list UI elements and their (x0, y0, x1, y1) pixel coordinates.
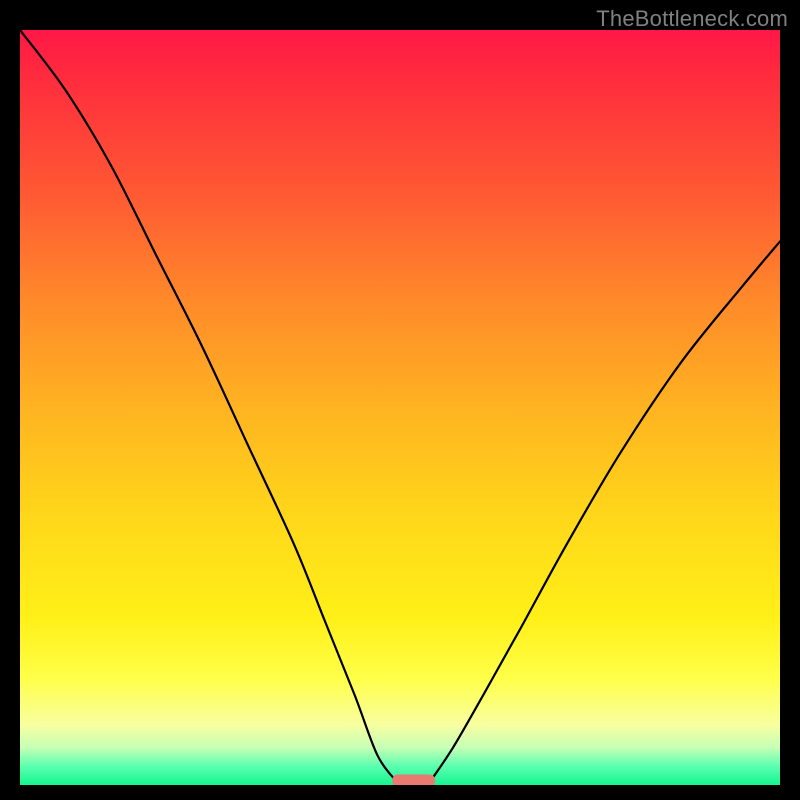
min-marker (393, 775, 435, 785)
watermark-text: TheBottleneck.com (596, 6, 788, 32)
chart-stage: TheBottleneck.com (0, 0, 800, 800)
curve-svg (20, 30, 780, 785)
bottleneck-curve-right (430, 241, 780, 781)
plot-area (20, 30, 780, 785)
bottleneck-curve-left (20, 30, 396, 781)
